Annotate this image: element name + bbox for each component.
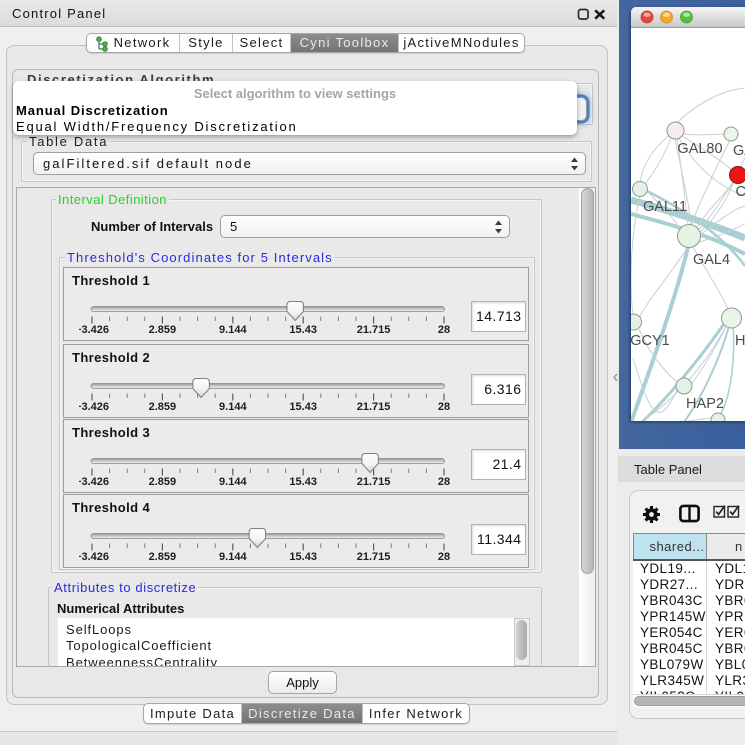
svg-text:GA: GA [733,143,745,159]
svg-text:15.43: 15.43 [289,324,317,336]
svg-text:2.859: 2.859 [149,401,177,413]
svg-text:HA: HA [735,333,745,349]
svg-text:2.859: 2.859 [149,476,177,488]
svg-text:−3.426: −3.426 [79,551,109,563]
svg-text:GAL4: GAL4 [693,252,730,268]
svg-text:CY: CY [736,184,745,200]
svg-text:21.715: 21.715 [357,324,391,336]
svg-text:15.43: 15.43 [289,476,317,488]
svg-text:9.144: 9.144 [219,401,247,413]
svg-text:−3.426: −3.426 [79,476,109,488]
svg-text:9.144: 9.144 [219,476,247,488]
svg-text:HAP2: HAP2 [686,396,724,412]
svg-text:21.715: 21.715 [357,551,391,563]
svg-text:−3.426: −3.426 [79,324,109,336]
svg-text:15.43: 15.43 [289,551,317,563]
svg-text:GAL11: GAL11 [643,199,687,215]
svg-text:28: 28 [438,551,450,563]
svg-text:15.43: 15.43 [289,401,317,413]
svg-text:21.715: 21.715 [357,401,391,413]
svg-text:GAL80: GAL80 [677,141,722,157]
svg-text:28: 28 [438,324,450,336]
svg-text:21.715: 21.715 [357,476,391,488]
svg-text:−3.426: −3.426 [79,401,109,413]
svg-text:9.144: 9.144 [219,551,247,563]
svg-text:28: 28 [438,401,450,413]
svg-text:9.144: 9.144 [219,324,247,336]
svg-text:2.859: 2.859 [149,324,177,336]
svg-text:GCY1: GCY1 [631,333,670,349]
svg-text:28: 28 [438,476,450,488]
svg-text:2.859: 2.859 [149,551,177,563]
